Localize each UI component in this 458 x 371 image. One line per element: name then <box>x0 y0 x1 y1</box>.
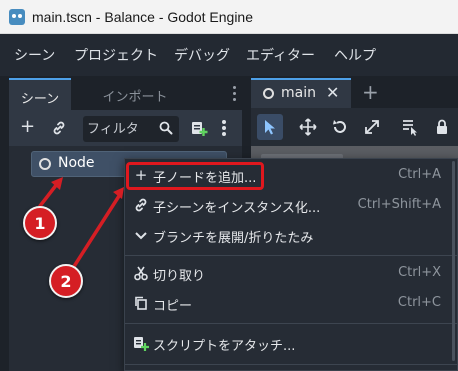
menu-project[interactable]: プロジェクト <box>74 45 158 65</box>
callout-badge-1: 1 <box>23 206 57 240</box>
tree-item-label: Node <box>58 155 95 171</box>
menu-debug[interactable]: デバッグ <box>174 45 230 65</box>
context-menu: + 子ノードを追加... Ctrl+A 子シーンをインスタンス化... Ctrl… <box>124 158 458 371</box>
godot-logo-icon <box>9 9 25 25</box>
menu-item-label: 切り取り <box>153 269 206 284</box>
menu-separator <box>125 323 457 324</box>
callout-number: 2 <box>60 272 72 291</box>
tab-main[interactable]: main ✕ <box>251 78 351 108</box>
tab-scene[interactable]: シーン <box>9 78 71 110</box>
menu-scene[interactable]: シーン <box>14 45 55 65</box>
menu-scrollbar[interactable] <box>452 161 455 361</box>
filter-field[interactable] <box>83 116 179 142</box>
menu-separator <box>125 364 457 365</box>
menu-separator <box>125 255 457 256</box>
new-scene-tab-icon[interactable]: + <box>362 80 379 104</box>
viewport-toolbar <box>251 108 458 146</box>
attach-script-icon <box>134 337 149 351</box>
menu-bar: シーン プロジェクト デバッグ エディター ヘルプ <box>0 34 458 76</box>
link-icon <box>135 198 147 212</box>
filter-input[interactable] <box>87 119 153 139</box>
callout-badge-2: 2 <box>49 264 83 298</box>
menu-item-expand-collapse-branch[interactable]: ブランチを展開/折りたたみ <box>125 221 457 251</box>
chevron-down-icon <box>135 232 147 240</box>
more-options-icon[interactable] <box>222 120 226 136</box>
menu-item-instantiate-child-scene[interactable]: 子シーンをインスタンス化... Ctrl+Shift+A <box>125 191 457 221</box>
dock-options-icon[interactable] <box>233 86 236 101</box>
scene-toolbar: + <box>9 110 242 146</box>
search-icon <box>159 121 173 135</box>
menu-item-attach-script[interactable]: スクリプトをアタッチ... <box>125 329 457 359</box>
menu-item-label: 子シーンをインスタンス化... <box>153 201 321 216</box>
scale-tool-icon[interactable] <box>359 114 385 140</box>
callout-number: 1 <box>34 214 46 233</box>
lock-icon[interactable] <box>429 114 455 140</box>
list-select-icon[interactable] <box>397 114 423 140</box>
menu-item-add-child-node[interactable]: + 子ノードを追加... Ctrl+A <box>125 161 457 191</box>
copy-icon <box>135 296 147 310</box>
scene-tab-bar: main ✕ + <box>251 78 458 108</box>
menu-help[interactable]: ヘルプ <box>334 45 376 65</box>
menu-item-label: ブランチを展開/折りたたみ <box>153 231 314 246</box>
move-tool-icon[interactable] <box>295 114 321 140</box>
scissors-icon <box>134 266 148 281</box>
highlight-box <box>126 162 264 190</box>
close-icon[interactable]: ✕ <box>326 83 339 102</box>
menu-item-label: コピー <box>153 299 193 314</box>
menu-editor[interactable]: エディター <box>246 45 315 65</box>
attach-script-icon[interactable] <box>190 119 208 137</box>
menu-item-copy[interactable]: コピー Ctrl+C <box>125 289 457 319</box>
scene-ring-icon <box>263 88 274 99</box>
dock-tab-bar: シーン インポート <box>9 78 242 110</box>
select-tool-icon[interactable] <box>257 114 283 140</box>
node-type-icon <box>39 158 51 170</box>
menu-item-shortcut: Ctrl+C <box>397 295 441 310</box>
link-icon[interactable] <box>51 120 67 136</box>
tab-import[interactable]: インポート <box>75 78 195 110</box>
tab-main-label: main <box>281 85 316 101</box>
menu-item-shortcut: Ctrl+A <box>398 167 441 182</box>
menu-item-cut[interactable]: 切り取り Ctrl+X <box>125 259 457 289</box>
add-node-icon[interactable]: + <box>20 117 35 137</box>
window-title-bar: main.tscn - Balance - Godot Engine <box>0 0 458 34</box>
menu-item-shortcut: Ctrl+Shift+A <box>357 197 441 212</box>
window-title: main.tscn - Balance - Godot Engine <box>32 9 254 25</box>
rotate-tool-icon[interactable] <box>327 114 353 140</box>
menu-item-shortcut: Ctrl+X <box>398 265 441 280</box>
menu-item-label: スクリプトをアタッチ... <box>153 339 296 354</box>
